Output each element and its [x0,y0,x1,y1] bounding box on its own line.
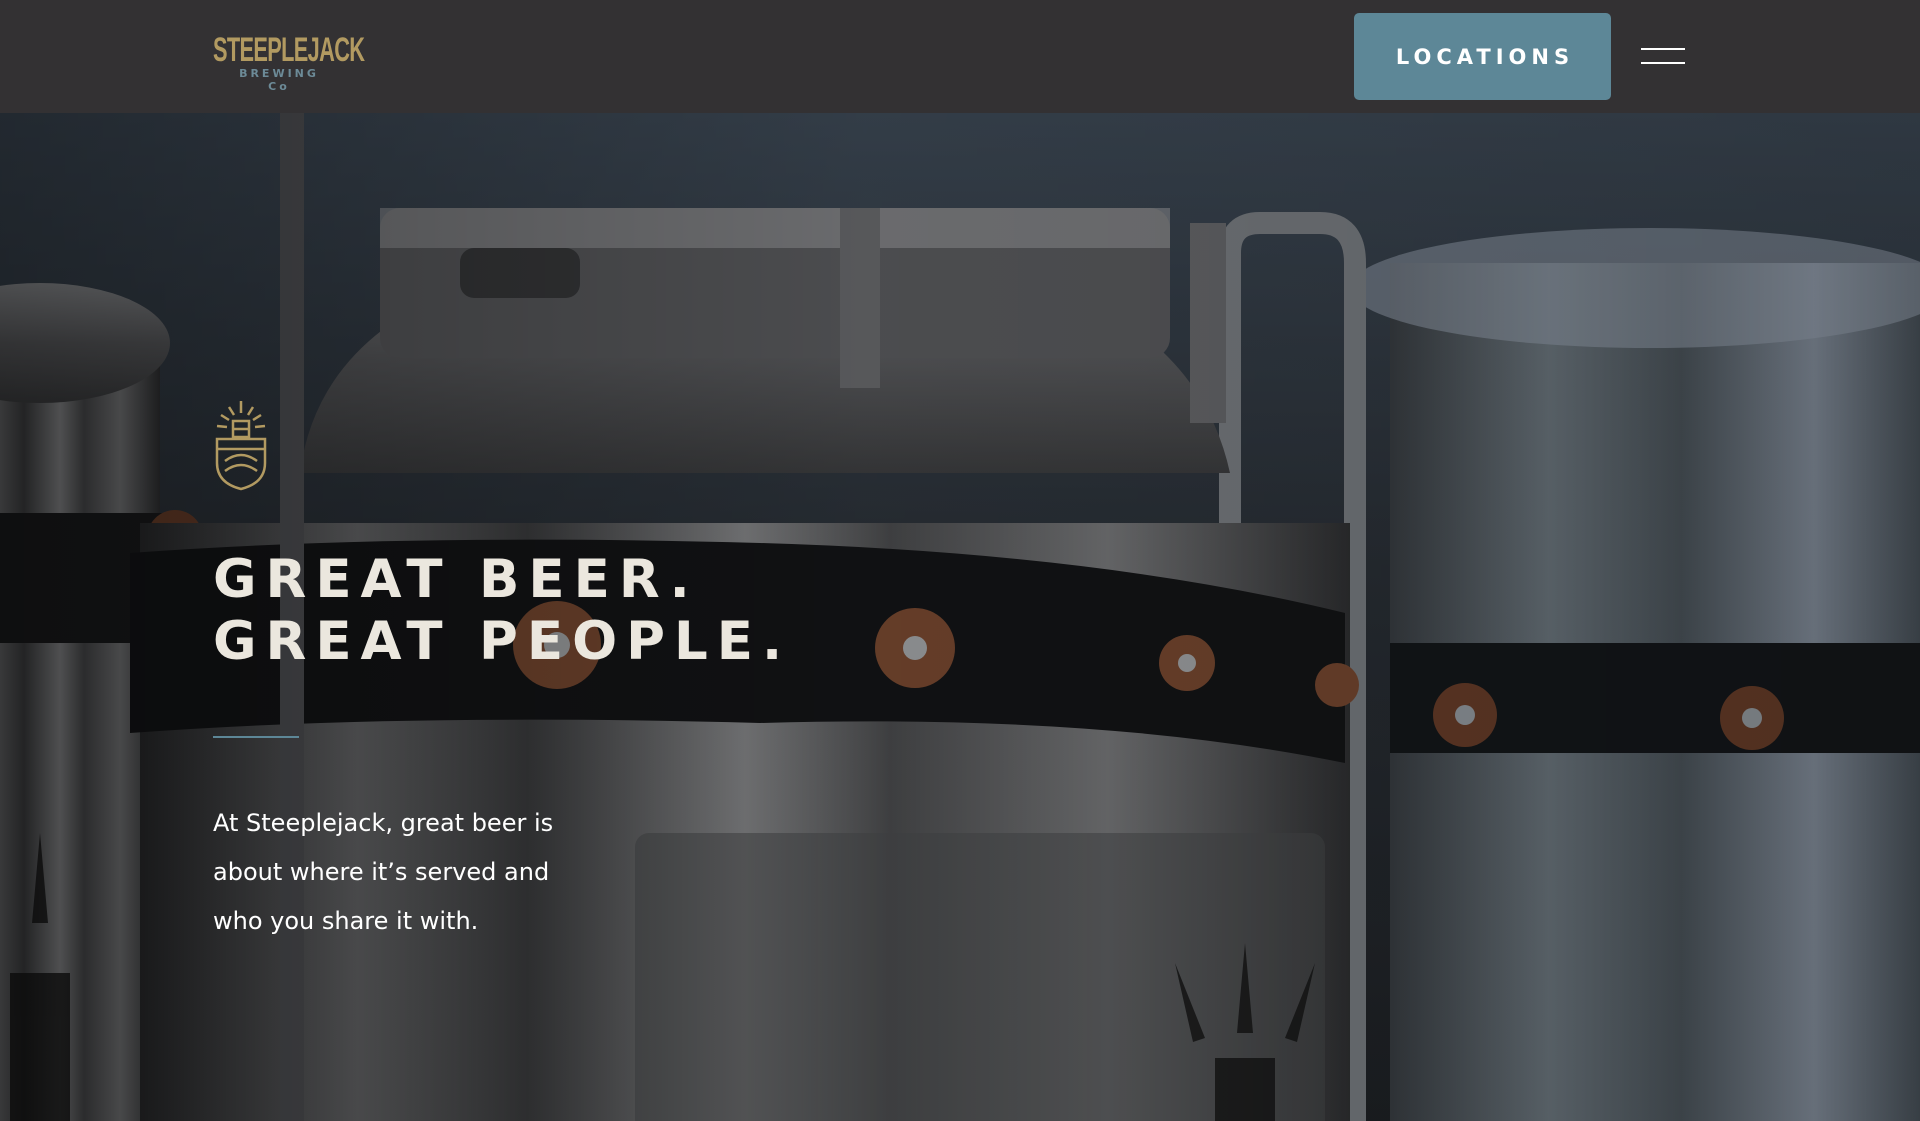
headline-line-2: GREAT PEOPLE. [213,611,792,672]
steeplejack-logo[interactable]: STEEPLEJACK BREWING Co [213,31,365,93]
site-header: STEEPLEJACK BREWING Co LOCATIONS [0,0,1920,113]
headline-line-1: GREAT BEER. [213,549,699,610]
intro-line-2: about where it’s served and [213,858,550,886]
hero-section: GREAT BEER. GREAT PEOPLE. At Steeplejack… [0,113,1920,1121]
logo-wordmark: STEEPLEJACK [213,31,365,69]
intro-line-3: who you share it with. [213,907,479,935]
intro-line-1: At Steeplejack, great beer is [213,809,554,837]
hamburger-icon[interactable] [1638,44,1688,68]
brewery-emblem-icon [215,401,267,491]
divider [213,736,299,738]
logo-subtitle: BREWING Co [239,67,319,93]
locations-button[interactable]: LOCATIONS [1354,13,1611,100]
hero-headline: GREAT BEER. GREAT PEOPLE. [213,549,791,673]
hero-intro: At Steeplejack, great beer is about wher… [213,799,613,946]
